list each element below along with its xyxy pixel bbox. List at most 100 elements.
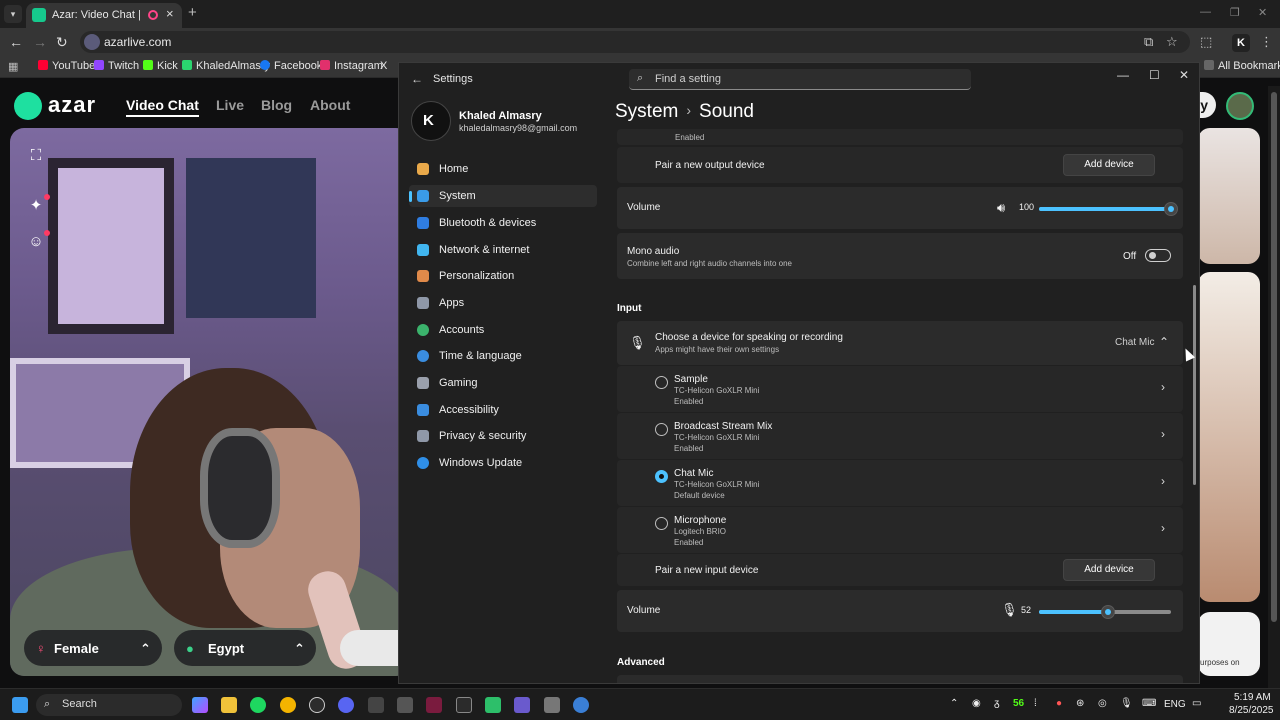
keyboard-app-icon[interactable]	[397, 697, 413, 713]
obs-icon[interactable]	[309, 697, 325, 713]
discord-icon[interactable]	[338, 697, 354, 713]
output-volume-slider[interactable]	[1039, 202, 1178, 216]
chevron-right-icon[interactable]: ›	[1161, 380, 1165, 394]
nav-apps[interactable]: Apps	[409, 292, 597, 314]
nav-accounts[interactable]: Accounts	[409, 319, 597, 341]
input-device-item[interactable]: Broadcast Stream Mix TC-Helicon GoXLR Mi…	[617, 413, 1183, 459]
nav-gaming[interactable]: Gaming	[409, 372, 597, 394]
tray-app-icon[interactable]: ᵹ	[994, 698, 1000, 709]
close-icon[interactable]: ✕	[1258, 6, 1267, 19]
back-icon[interactable]: ←	[411, 72, 423, 86]
bookmark-star-icon[interactable]: ☆	[1166, 34, 1178, 50]
settings-search-input[interactable]: ⌕ Find a setting	[629, 69, 971, 90]
tab-search-icon[interactable]: ▾	[4, 5, 22, 23]
nav-about[interactable]: About	[310, 97, 350, 113]
all-bookmarks[interactable]: All Bookmarks	[1204, 60, 1280, 72]
capcut-icon[interactable]	[426, 697, 442, 713]
maximize-icon[interactable]: ❐	[1230, 6, 1240, 19]
input-volume-slider[interactable]	[1039, 605, 1171, 619]
bookmark-youtube[interactable]: YouTube	[38, 60, 95, 72]
input-device-item[interactable]: Chat Mic TC-Helicon GoXLR Mini Default d…	[617, 460, 1183, 506]
tray-discord-icon[interactable]: ◉	[972, 698, 981, 709]
windows-start-icon[interactable]	[12, 697, 28, 713]
minimize-icon[interactable]: —	[1117, 68, 1129, 82]
reload-icon[interactable]: ↻	[56, 34, 68, 51]
nav-time-language[interactable]: Time & language	[409, 345, 597, 367]
gender-filter-button[interactable]: ♀ Female ⌃	[24, 630, 162, 666]
breadcrumb-parent[interactable]: System	[615, 101, 678, 122]
input-volume-thumb[interactable]	[1100, 605, 1115, 619]
page-scroll-thumb[interactable]	[1271, 92, 1277, 622]
url-field[interactable]: azarlive.com	[80, 31, 1190, 53]
spotify-icon[interactable]	[250, 697, 266, 713]
forward-icon[interactable]: →	[33, 34, 47, 50]
advanced-card[interactable]	[617, 675, 1183, 683]
add-input-device-button[interactable]: Add device	[1063, 559, 1155, 581]
input-device-radio-selected[interactable]	[655, 470, 668, 483]
nav-windows-update[interactable]: Windows Update	[409, 452, 597, 474]
app-icon[interactable]	[544, 697, 560, 713]
avatar-strip[interactable]	[340, 630, 402, 666]
tray-network-icon[interactable]: ▭	[1192, 698, 1201, 709]
bookmark-facebook[interactable]: Facebook	[260, 60, 322, 72]
tray-microphone-icon[interactable]: 🎙︎	[1120, 698, 1133, 709]
nav-video-chat[interactable]: Video Chat	[126, 97, 199, 117]
razer-icon[interactable]	[485, 697, 501, 713]
minimize-icon[interactable]: —	[1200, 6, 1211, 18]
file-explorer-icon[interactable]	[221, 697, 237, 713]
input-device-item[interactable]: Microphone Logitech BRIO Enabled ›	[617, 507, 1183, 553]
nav-privacy[interactable]: Privacy & security	[409, 425, 597, 447]
tray-app-icon[interactable]: ◎	[1098, 698, 1107, 709]
new-tab-icon[interactable]: +	[188, 4, 197, 21]
add-output-device-button[interactable]: Add device	[1063, 154, 1155, 176]
tray-steam-icon[interactable]: ⊛	[1076, 698, 1084, 709]
bookmark-twitch[interactable]: Twitch	[94, 60, 139, 72]
menu-icon[interactable]: ⋮	[1260, 34, 1273, 50]
input-device-chooser[interactable]: 🎙︎ Choose a device for speaking or recor…	[617, 321, 1183, 365]
tab-close-icon[interactable]: ×	[166, 6, 174, 21]
language-indicator[interactable]: ENG	[1164, 699, 1186, 710]
bookmark-khaledalmasry[interactable]: KhaledAlmasry	[182, 60, 270, 72]
user-avatar[interactable]	[1226, 92, 1254, 120]
nav-accessibility[interactable]: Accessibility	[409, 399, 597, 421]
gamepad-icon[interactable]	[514, 697, 530, 713]
chevron-up-icon[interactable]: ⌃	[950, 698, 958, 709]
nav-home[interactable]: Home	[409, 158, 597, 180]
chrome-icon[interactable]	[280, 697, 296, 713]
speaker-icon[interactable]: 🔊︎	[997, 200, 1005, 216]
mono-audio-toggle[interactable]	[1145, 249, 1171, 262]
nav-personalization[interactable]: Personalization	[409, 265, 597, 287]
expand-icon[interactable]: ⛶	[22, 142, 50, 170]
extensions-icon[interactable]: ⬚	[1200, 34, 1212, 50]
chevron-up-icon[interactable]: ⌃	[1159, 335, 1169, 349]
tray-keyboard-icon[interactable]: ⌨	[1142, 698, 1156, 709]
nav-network[interactable]: Network & internet	[409, 239, 597, 261]
input-device-radio[interactable]	[655, 423, 668, 436]
match-tile[interactable]: urposes on	[1198, 612, 1260, 676]
tray-count[interactable]: 56	[1013, 698, 1024, 709]
app-icon[interactable]	[368, 697, 384, 713]
maximize-icon[interactable]: ☐	[1149, 68, 1160, 82]
copilot-icon[interactable]	[192, 697, 208, 713]
bookmark-x[interactable]: X	[380, 60, 387, 72]
tray-record-icon[interactable]: ●	[1056, 698, 1062, 709]
input-device-item[interactable]: Sample TC-Helicon GoXLR Mini Enabled ›	[617, 366, 1183, 412]
user-avatar[interactable]: K	[411, 101, 451, 141]
output-volume-thumb[interactable]	[1164, 202, 1178, 216]
back-icon[interactable]: ←	[9, 34, 23, 50]
tray-app-icon[interactable]: ⁞	[1034, 698, 1037, 709]
country-filter-button[interactable]: ● Egypt ⌃	[174, 630, 316, 666]
app-icon[interactable]	[456, 697, 472, 713]
microphone-icon[interactable]: 🎙︎	[1001, 602, 1018, 618]
nav-live[interactable]: Live	[216, 97, 244, 113]
output-device-row[interactable]: Enabled	[617, 129, 1183, 145]
match-tile[interactable]	[1198, 272, 1260, 602]
chevron-right-icon[interactable]: ›	[1161, 521, 1165, 535]
clock-date[interactable]: 8/25/2025	[1229, 705, 1274, 716]
profile-avatar[interactable]: K	[1232, 34, 1250, 52]
nav-blog[interactable]: Blog	[261, 97, 292, 113]
input-device-radio[interactable]	[655, 376, 668, 389]
browser-tab[interactable]: Azar: Video Chat | Alternative ×	[26, 3, 182, 28]
chevron-right-icon[interactable]: ›	[1161, 427, 1165, 441]
taskbar-search[interactable]: ⌕ Search	[36, 694, 182, 716]
